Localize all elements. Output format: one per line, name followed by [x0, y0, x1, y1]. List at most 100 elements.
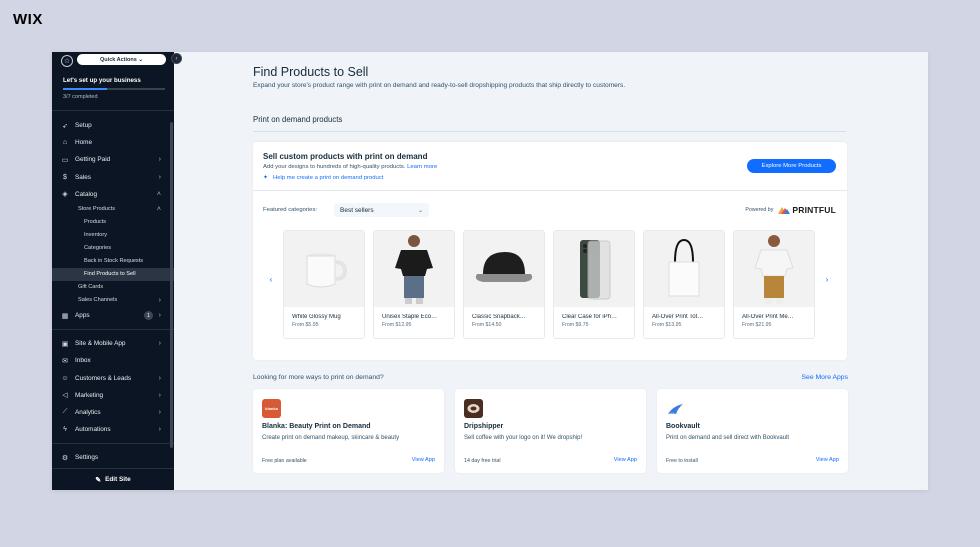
product-card[interactable]: Classic Snapback… From $14.50: [463, 230, 545, 339]
sidebar-item-back-in-stock[interactable]: Back in Stock Requests: [52, 255, 174, 268]
page-subtitle: Expand your store's product range with p…: [253, 82, 626, 89]
product-price: From $5.95: [292, 322, 319, 328]
sidebar-divider: [52, 443, 174, 445]
sidebar-item-analytics[interactable]: ⟋ Analytics ›: [52, 404, 174, 421]
carousel-prev-button[interactable]: ‹: [265, 273, 277, 285]
powered-by: Powered by PRINTFUL: [745, 205, 836, 215]
sidebar-item-label: Settings: [75, 454, 99, 462]
learn-more-link[interactable]: Learn more: [407, 164, 437, 170]
wallet-icon: ▭: [61, 156, 69, 164]
product-price: From $21.95: [742, 322, 772, 328]
sidebar-item-automations[interactable]: ϟ Automations ›: [52, 421, 174, 438]
inbox-icon: ✉: [62, 357, 68, 365]
explore-more-products-button[interactable]: Explore More Products: [747, 159, 836, 173]
app-pricing: Free plan available: [262, 458, 307, 464]
setup-progress-bar: [63, 88, 165, 90]
sidebar-item-inventory[interactable]: Inventory: [52, 229, 174, 242]
product-price: From $12.95: [382, 322, 412, 328]
home-icon: ⌂: [62, 139, 68, 147]
sidebar-scrollbar[interactable]: [170, 122, 173, 448]
sidebar-item-label: Customers & Leads: [75, 374, 132, 382]
sidebar-item-marketing[interactable]: ◁ Marketing ›: [52, 387, 174, 404]
page-title: Find Products to Sell: [253, 65, 369, 79]
sidebar: ☆ Quick Actions ⌄ Let's set up your busi…: [52, 52, 174, 490]
product-card[interactable]: Clear Case for iPh… From $9.75: [553, 230, 635, 339]
view-app-link[interactable]: View App: [816, 457, 839, 463]
sidebar-item-store-products[interactable]: Store Products ˄: [52, 203, 174, 216]
app-card-blanka[interactable]: blanka Blanka: Beauty Print on Demand Cr…: [253, 389, 444, 473]
sidebar-item-categories[interactable]: Categories: [52, 242, 174, 255]
chevron-right-icon: ›: [158, 312, 161, 320]
section-divider: [253, 131, 846, 132]
pod-description: Add your designs to hundreds of high-qua…: [263, 164, 438, 170]
sidebar-item-apps[interactable]: ▦ Apps 1 ›: [52, 307, 174, 324]
app-card-bookvault[interactable]: Bookvault Print on demand and sell direc…: [657, 389, 848, 473]
mug-image: [284, 231, 364, 307]
printful-mountain-icon: [778, 207, 791, 214]
featured-categories-dropdown[interactable]: Best sellers ⌄: [334, 203, 429, 217]
product-card[interactable]: Unisex Staple Eco… From $12.95: [373, 230, 455, 339]
sidebar-item-label: Marketing: [75, 391, 104, 399]
app-pricing: 14 day free trial: [464, 458, 501, 464]
apps-icon: ▦: [61, 312, 69, 320]
dollar-icon: $: [63, 173, 67, 181]
carousel-next-button[interactable]: ›: [821, 273, 833, 285]
sidebar-item-label: Getting Paid: [75, 156, 111, 164]
sidebar-item-getting-paid[interactable]: ▭ Getting Paid ›: [52, 151, 174, 168]
sidebar-item-sales-channels[interactable]: Sales Channels ›: [52, 294, 174, 307]
sidebar-item-gift-cards[interactable]: Gift Cards: [52, 281, 174, 294]
gear-icon: ⚙: [61, 454, 69, 462]
sidebar-item-catalog[interactable]: ◈ Catalog ˄: [52, 186, 174, 203]
chevron-right-icon: ›: [158, 173, 161, 181]
product-card[interactable]: All-Over Print Me… From $21.95: [733, 230, 815, 339]
dripshipper-logo: [464, 399, 483, 418]
sidebar-nav: ➶ Setup ⌂ Home ▭ Getting Paid › $ Sales › ◈ Cat…: [52, 117, 174, 466]
quick-actions-button[interactable]: Quick Actions ⌄: [77, 54, 166, 65]
catalog-icon: ◈: [62, 191, 68, 199]
chevron-right-icon: ›: [158, 408, 161, 416]
apps-list: blanka Blanka: Beauty Print on Demand Cr…: [253, 389, 848, 473]
view-app-link[interactable]: View App: [412, 457, 435, 463]
see-more-apps-link[interactable]: See More Apps: [802, 374, 848, 381]
collapse-sidebar-button[interactable]: ‹: [171, 53, 182, 64]
sidebar-item-find-products[interactable]: Find Products to Sell: [52, 267, 174, 281]
app-card-dripshipper[interactable]: Dripshipper Sell coffee with your logo o…: [455, 389, 646, 473]
sidebar-item-sales[interactable]: $ Sales ›: [52, 169, 174, 186]
bookvault-logo: [666, 399, 685, 418]
view-app-link[interactable]: View App: [614, 457, 637, 463]
chevron-up-icon: ˄: [156, 205, 161, 213]
section-title: Print on demand products: [253, 115, 343, 124]
product-name: Clear Case for iPh…: [562, 314, 618, 320]
chevron-up-icon: ˄: [156, 190, 161, 198]
sidebar-item-site-mobile[interactable]: ▣ Site & Mobile App ›: [52, 335, 174, 352]
sidebar-item-settings[interactable]: ⚙ Settings: [52, 449, 174, 466]
chevron-down-icon: ⌄: [417, 207, 423, 214]
app-pricing: Free to install: [666, 458, 698, 464]
sidebar-item-customers[interactable]: ☺ Customers & Leads ›: [52, 370, 174, 387]
app-name: Dripshipper: [464, 423, 504, 430]
star-icon[interactable]: ☆: [61, 54, 73, 67]
product-name: Unisex Staple Eco…: [382, 314, 438, 320]
chevron-right-icon: ›: [158, 391, 161, 399]
sidebar-item-label: Setup: [75, 122, 92, 130]
sidebar-item-home[interactable]: ⌂ Home: [52, 134, 174, 151]
product-card[interactable]: All-Over Print Tot… From $13.95: [643, 230, 725, 339]
sidebar-item-label: Apps: [75, 312, 90, 320]
featured-categories-label: Featured categories:: [263, 207, 318, 213]
card-divider: [253, 190, 847, 191]
automation-icon: ϟ: [63, 426, 67, 434]
help-create-link[interactable]: ✦ Help me create a print on demand produc…: [263, 174, 437, 182]
setup-progress-box[interactable]: Let's set up your business 3/7 completed: [52, 77, 174, 100]
sidebar-divider: [52, 329, 174, 331]
sidebar-item-inbox[interactable]: ✉ Inbox: [52, 352, 174, 369]
edit-site-button[interactable]: ✎ Edit Site: [52, 468, 174, 490]
sidebar-item-setup[interactable]: ➶ Setup: [52, 117, 174, 134]
pencil-icon: ✎: [95, 476, 102, 484]
product-name: All-Over Print Tot…: [652, 314, 704, 320]
sidebar-item-products[interactable]: Products: [52, 216, 174, 229]
setup-title: Let's set up your business: [63, 77, 141, 84]
sidebar-item-label: Site & Mobile App: [75, 340, 126, 348]
product-card[interactable]: White Glossy Mug From $5.95: [283, 230, 365, 339]
sidebar-item-label: Analytics: [75, 408, 101, 416]
sidebar-top-bar: ☆ Quick Actions ⌄: [52, 52, 174, 69]
